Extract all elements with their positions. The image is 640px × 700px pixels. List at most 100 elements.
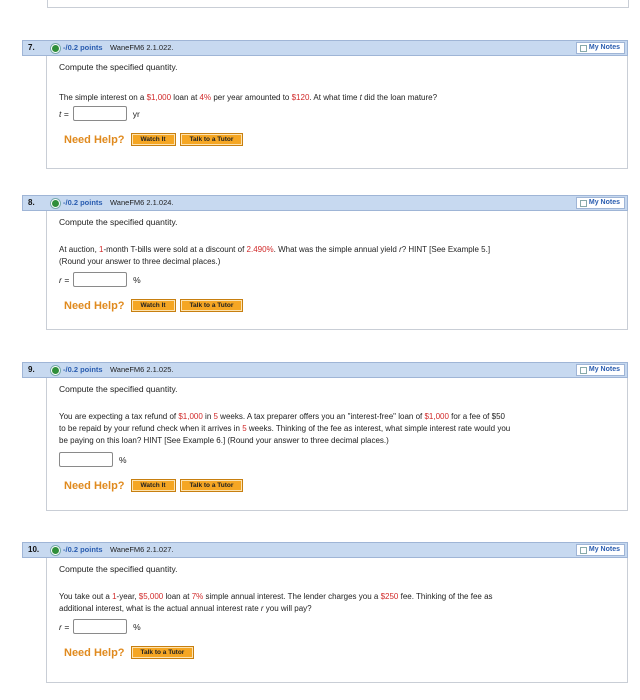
text-segment: weeks. A tax preparer offers you an "int… (217, 412, 425, 421)
status-dot-icon (51, 546, 60, 555)
highlighted-value: 7% (191, 592, 204, 601)
watch-it-button[interactable]: Watch It (130, 299, 176, 312)
my-notes-label: My Notes (588, 546, 620, 553)
checkbox-icon (579, 45, 587, 52)
answer-unit: % (119, 454, 127, 465)
answer-unit: yr (132, 108, 140, 119)
watch-it-button[interactable]: Watch It (130, 133, 176, 146)
question-10: 10. -/0.2 points WaneFM6 2.1.027. My Not… (22, 542, 628, 683)
highlighted-value: $250 (380, 592, 399, 601)
text-segment: -year, (116, 592, 139, 601)
text-segment: simple annual interest. The lender charg… (203, 592, 381, 601)
question-text: The simple interest on a $1,000 loan at … (59, 92, 619, 104)
text-segment: fee. Thinking of the fee as (398, 592, 493, 601)
highlighted-value: 2.490% (246, 245, 274, 254)
my-notes-button[interactable]: My Notes (575, 364, 625, 376)
my-notes-label: My Notes (588, 199, 620, 206)
my-notes-label: My Notes (588, 366, 620, 373)
question-header: 8. -/0.2 points WaneFM6 2.1.024. My Note… (22, 195, 628, 211)
need-help-label: Need Help? (64, 299, 125, 312)
text-segment: You take out a (59, 592, 113, 601)
question-header: 10. -/0.2 points WaneFM6 2.1.027. My Not… (22, 542, 628, 558)
text-segment: for a fee of $50 (448, 412, 505, 421)
my-notes-button[interactable]: My Notes (575, 42, 625, 54)
my-notes-button[interactable]: My Notes (575, 544, 625, 556)
watch-it-button[interactable]: Watch It (130, 479, 176, 492)
status-dot-icon (51, 44, 60, 53)
question-code: WaneFM6 2.1.025. (110, 365, 174, 374)
text-segment: At auction, (59, 245, 100, 254)
question-prompt: Compute the specified quantity. (59, 564, 178, 574)
text-segment: did the loan mature? (361, 93, 438, 102)
answer-prefix: r = (59, 274, 70, 285)
checkbox-icon (579, 367, 587, 374)
question-body: Compute the specified quantity. You are … (46, 378, 628, 511)
my-notes-button[interactable]: My Notes (575, 197, 625, 209)
question-number: 10. (28, 545, 40, 554)
text-segment: loan at (163, 592, 192, 601)
need-help-label: Need Help? (64, 646, 125, 659)
text-segment: . At what time (309, 93, 360, 102)
question-code: WaneFM6 2.1.024. (110, 198, 174, 207)
question-prompt: Compute the specified quantity. (59, 62, 178, 72)
talk-to-tutor-button[interactable]: Talk to a Tutor (179, 479, 244, 492)
points-label[interactable]: -/0.2 points (63, 365, 103, 374)
question-7: 7. -/0.2 points WaneFM6 2.1.022. My Note… (22, 40, 628, 169)
points-label[interactable]: -/0.2 points (63, 545, 103, 554)
text-segment: -month T-bills were sold at a discount o… (103, 245, 247, 254)
checkbox-icon (579, 547, 587, 554)
help-row: Need Help? Talk to a Tutor (64, 646, 198, 659)
answer-input[interactable] (59, 452, 113, 467)
status-dot-icon (51, 199, 60, 208)
question-code: WaneFM6 2.1.027. (110, 545, 174, 554)
question-header: 9. -/0.2 points WaneFM6 2.1.025. My Note… (22, 362, 628, 378)
need-help-label: Need Help? (64, 479, 125, 492)
help-row: Need Help? Watch It Talk to a Tutor (64, 479, 247, 492)
answer-input[interactable] (72, 106, 127, 121)
question-body: Compute the specified quantity. You take… (46, 558, 628, 683)
question-body: Compute the specified quantity. At aucti… (46, 211, 628, 330)
highlighted-value: $5,000 (138, 592, 164, 601)
answer-unit: % (133, 274, 141, 285)
question-header: 7. -/0.2 points WaneFM6 2.1.022. My Note… (22, 40, 628, 56)
answer-input[interactable] (73, 619, 128, 634)
text-segment: you will pay? (263, 604, 312, 613)
answer-prefix: t = (59, 108, 69, 119)
text-segment: loan at (171, 93, 200, 102)
answer-row: r = % (59, 619, 141, 634)
answer-prefix: r = (59, 621, 70, 632)
highlighted-value: $120 (291, 93, 310, 102)
need-help-label: Need Help? (64, 133, 125, 146)
highlighted-value: $1,000 (146, 93, 172, 102)
question-prompt: Compute the specified quantity. (59, 384, 178, 394)
answer-row: t = yr (59, 106, 140, 121)
text-segment: weeks. Thinking of the fee as interest, … (246, 424, 511, 433)
highlighted-value: 4% (199, 93, 212, 102)
help-row: Need Help? Watch It Talk to a Tutor (64, 133, 247, 146)
question-text: You take out a 1-year, $5,000 loan at 7%… (59, 591, 619, 615)
answer-input[interactable] (73, 272, 128, 287)
question-8: 8. -/0.2 points WaneFM6 2.1.024. My Note… (22, 195, 628, 330)
talk-to-tutor-button[interactable]: Talk to a Tutor (130, 646, 195, 659)
talk-to-tutor-button[interactable]: Talk to a Tutor (179, 133, 244, 146)
points-label[interactable]: -/0.2 points (63, 43, 103, 52)
text-segment: be paying on this loan? HINT [See Exampl… (59, 436, 389, 445)
checkbox-icon (579, 200, 587, 207)
question-number: 8. (28, 198, 35, 207)
question-prompt: Compute the specified quantity. (59, 217, 178, 227)
previous-question-box (47, 0, 629, 8)
text-segment: per year amounted to (211, 93, 292, 102)
text-segment: additional interest, what is the actual … (59, 604, 261, 613)
highlighted-value: $1,000 (424, 412, 449, 421)
status-dot-icon (51, 366, 60, 375)
text-segment: You are expecting a tax refund of (59, 412, 179, 421)
help-row: Need Help? Watch It Talk to a Tutor (64, 299, 247, 312)
text-segment: ? HINT [See Example 5.] (401, 245, 491, 254)
points-label[interactable]: -/0.2 points (63, 198, 103, 207)
answer-unit: % (133, 621, 141, 632)
question-text: You are expecting a tax refund of $1,000… (59, 411, 619, 447)
text-segment: . What was the simple annual yield (273, 245, 400, 254)
question-9: 9. -/0.2 points WaneFM6 2.1.025. My Note… (22, 362, 628, 511)
question-number: 9. (28, 365, 35, 374)
talk-to-tutor-button[interactable]: Talk to a Tutor (179, 299, 244, 312)
